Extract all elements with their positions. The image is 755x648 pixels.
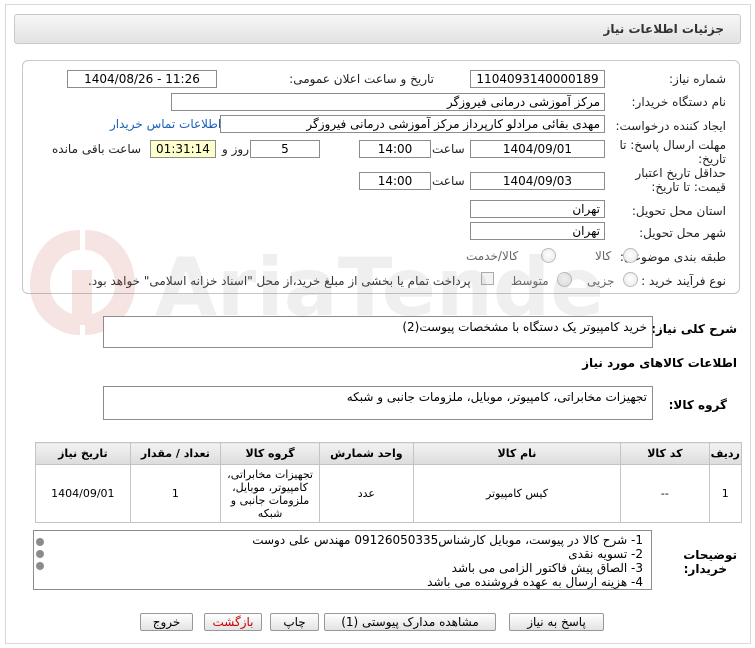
days-field: 5	[250, 140, 320, 158]
validity-time-field: 14:00	[359, 172, 431, 190]
city-label: شهر محل تحویل:	[639, 226, 726, 240]
process-medium-label: متوسط	[511, 274, 549, 288]
buyer-notes-label: توضیحات	[683, 548, 737, 562]
deadline-date-field: 1404/09/01	[470, 140, 605, 158]
creator-label: ایجاد کننده درخواست:	[615, 119, 726, 133]
validity-time-label: ساعت	[432, 174, 465, 188]
remaining-label: ساعت باقی مانده	[52, 142, 142, 156]
col-name: نام کالا	[412, 442, 622, 465]
process-minor-radio[interactable]	[623, 272, 638, 287]
cell-code: --	[620, 464, 710, 523]
summary-label: شرح کلی نیاز:	[651, 322, 737, 336]
col-group: گروه کالا	[220, 442, 321, 465]
goods-table: ردیف کد کالا نام کالا واحد شمارش گروه کا…	[35, 442, 742, 523]
exit-button[interactable]: خروج	[140, 613, 193, 631]
table-row: 1 -- کیس کامپیوتر عدد تجهیزات مخابراتی، …	[35, 464, 742, 523]
cell-qty: 1	[129, 464, 222, 523]
buyer-org-label: نام دستگاه خریدار:	[631, 95, 727, 109]
province-label: استان محل تحویل:	[631, 204, 726, 218]
creator-field: مهدی بقائی مرادلو کارپرداز مرکز آموزشی د…	[220, 115, 605, 133]
scroll-dot-icon	[36, 550, 44, 558]
announce-field: 1404/08/26 - 11:26	[67, 70, 217, 88]
buyer-note-line: 1- شرح کالا در پیوست، موبایل کارشناس0912…	[252, 533, 643, 547]
process-medium-radio[interactable]	[557, 272, 572, 287]
cell-date: 1404/09/01	[35, 464, 131, 523]
deadline-time-label: ساعت	[432, 142, 465, 156]
buyer-org-field: مرکز آموزشی درمانی فیروزگر	[171, 93, 605, 111]
scroll-dot-icon	[36, 538, 44, 546]
back-button[interactable]: بازگشت	[204, 613, 262, 631]
category-goods-service-label: کالا/خدمت	[466, 249, 519, 263]
treasury-payment-note: پرداخت تمام یا بخشی از مبلغ خرید،از محل …	[88, 274, 471, 288]
scroll-dot-icon	[36, 562, 44, 570]
reply-button[interactable]: پاسخ به نیاز	[509, 613, 604, 631]
process-minor-label: جزیی	[587, 274, 615, 288]
deadline-label: مهلت ارسال پاسخ: تا	[619, 138, 726, 152]
print-button[interactable]: چاپ	[270, 613, 319, 631]
col-row: ردیف	[708, 442, 742, 465]
buyer-notes-label-2: خریدار:	[683, 562, 727, 576]
buyer-note-line: 2- تسویه نقدی	[568, 547, 643, 561]
need-number-field: 1104093140000189	[470, 70, 605, 88]
validity-label: حداقل تاریخ اعتبار	[635, 166, 726, 180]
treasury-payment-checkbox[interactable]	[481, 272, 494, 285]
category-goods-radio[interactable]	[623, 248, 638, 263]
need-number-label: شماره نیاز:	[669, 72, 726, 86]
process-label: نوع فرآیند خرید :	[641, 274, 726, 288]
goods-group-label: گروه کالا:	[668, 398, 727, 412]
cell-unit: عدد	[319, 464, 414, 523]
validity-label-date: قیمت: تا تاریخ:	[651, 180, 726, 194]
deadline-time-field: 14:00	[359, 140, 431, 158]
col-code: کد کالا	[620, 442, 710, 465]
cell-group: تجهیزات مخابراتی، کامپیوتر، موبایل، ملزو…	[220, 464, 321, 523]
buyer-note-line: 3- الصاق پیش فاکتور الزامی می باشد	[451, 561, 643, 575]
buyer-contact-link[interactable]: اطلاعات تماس خریدار	[110, 117, 221, 131]
goods-group-field: تجهیزات مخابراتی، کامپیوتر، موبایل، ملزو…	[103, 386, 653, 420]
validity-date-field: 1404/09/03	[470, 172, 605, 190]
announce-label: تاریخ و ساعت اعلان عمومی:	[289, 72, 434, 86]
city-field: تهران	[470, 222, 605, 240]
buyer-notes-field: 1- شرح کالا در پیوست، موبایل کارشناس0912…	[33, 530, 652, 590]
remaining-time-field: 01:31:14	[150, 140, 216, 158]
summary-field: خرید کامپیوتر یک دستگاه با مشخصات پیوست(…	[103, 316, 653, 348]
page-header: جزئیات اطلاعات نیاز	[14, 14, 741, 44]
buyer-note-line: 4- هزینه ارسال به عهده فروشنده می باشد	[427, 575, 643, 589]
days-label: روز و	[222, 142, 249, 156]
goods-info-title: اطلاعات کالاهای مورد نیاز	[582, 356, 737, 370]
category-goods-service-radio[interactable]	[541, 248, 556, 263]
notes-scrollbar[interactable]	[35, 534, 45, 574]
cell-name: کیس کامپیوتر	[412, 464, 622, 523]
view-attachments-button[interactable]: مشاهده مدارک پیوستی (1)	[324, 613, 496, 631]
cell-row: 1	[708, 464, 742, 523]
category-goods-label: کالا	[595, 249, 612, 263]
col-qty: تعداد / مقدار	[129, 442, 222, 465]
page-title: جزئیات اطلاعات نیاز	[603, 22, 724, 36]
deadline-label-date: تاریخ:	[698, 152, 726, 166]
col-date: تاریخ نیاز	[35, 442, 131, 465]
province-field: تهران	[470, 200, 605, 218]
col-unit: واحد شمارش	[319, 442, 414, 465]
